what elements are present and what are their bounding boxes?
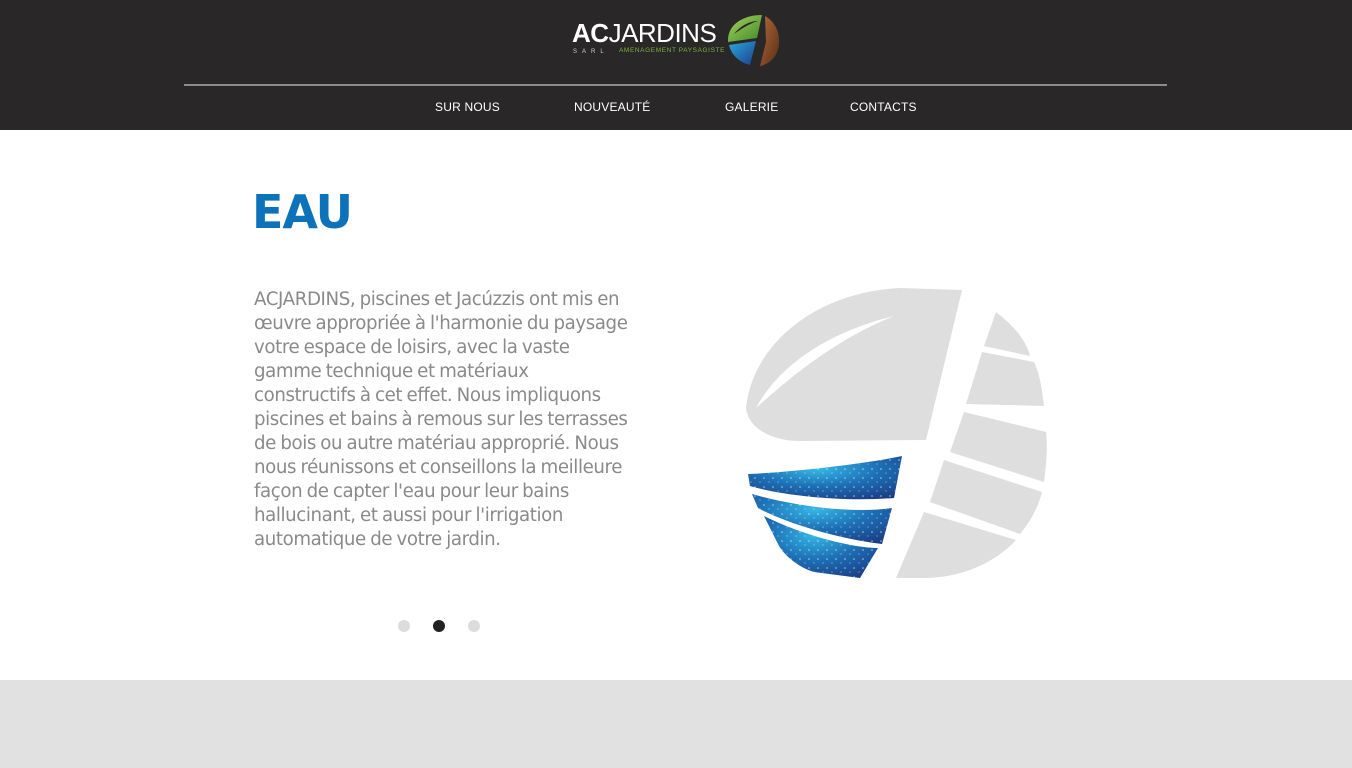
slide-description: ACJARDINS, piscines et Jacúzzis ont mis … xyxy=(254,289,628,550)
nav-item-nouveaute[interactable]: NOUVEAUTÉ xyxy=(574,98,650,116)
nav-item-sur-nous[interactable]: SUR NOUS xyxy=(435,98,500,116)
logo-wordmark: ACJARDINS xyxy=(572,18,717,48)
slide-title: EAU xyxy=(252,185,353,239)
slider-section: EAU ACJARDINS, piscines et Jacúzzis ont … xyxy=(0,130,1352,680)
logo-leaf-icon xyxy=(728,15,780,66)
site-header: ACJARDINS SARL AMENAGEMENT PAYSAGISTE SU… xyxy=(0,0,1352,130)
slider-dot-2[interactable] xyxy=(433,620,445,632)
brand-logo[interactable]: ACJARDINS SARL AMENAGEMENT PAYSAGISTE xyxy=(570,10,782,70)
slider-dot-1[interactable] xyxy=(398,620,410,632)
logo-jardins: JARDINS xyxy=(608,18,717,48)
logo-tagline: AMENAGEMENT PAYSAGISTE xyxy=(619,47,726,54)
nav-item-galerie[interactable]: GALERIE xyxy=(725,98,778,116)
leaf-wood-water-emblem-icon xyxy=(746,288,1047,578)
footer-band xyxy=(0,680,1352,768)
nav-item-contacts[interactable]: CONTACTS xyxy=(850,98,917,116)
main-nav: SUR NOUS NOUVEAUTÉ GALERIE CONTACTS xyxy=(0,98,1352,118)
logo-legal-form: SARL xyxy=(573,49,609,55)
slider-dot-3[interactable] xyxy=(468,620,480,632)
logo-ac: AC xyxy=(572,18,609,48)
nav-divider xyxy=(184,84,1167,86)
